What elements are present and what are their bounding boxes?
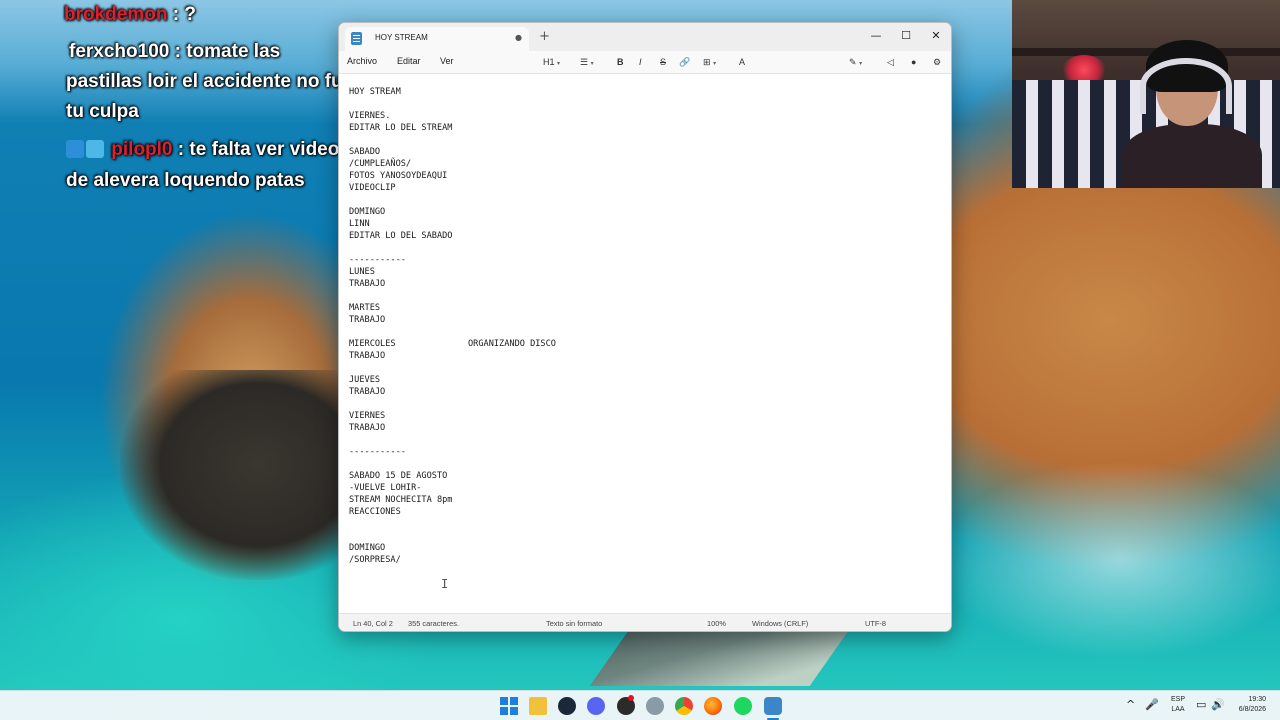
discord-icon[interactable] bbox=[587, 697, 605, 715]
keyboard-layout: LAA bbox=[1171, 706, 1185, 713]
chrome-icon[interactable] bbox=[675, 697, 693, 715]
menu-bar: Archivo Editar Ver H1 ▾ ☰ ▾ B I S 🔗 ⊞ ▾ … bbox=[339, 51, 951, 73]
account-button[interactable]: ● bbox=[911, 55, 916, 69]
link-button[interactable]: 🔗 bbox=[679, 55, 690, 69]
microphone-icon[interactable]: 🎤 bbox=[1145, 698, 1159, 712]
settings-button[interactable]: ⚙ bbox=[933, 55, 941, 69]
text-format[interactable]: Texto sin formato bbox=[546, 619, 602, 628]
list-dropdown[interactable]: ☰ ▾ bbox=[580, 55, 594, 71]
heading-dropdown[interactable]: H1 ▾ bbox=[543, 55, 560, 71]
copilot-icon: ✎ bbox=[849, 57, 857, 67]
notepad-window: HOY STREAM ● + — ☐ ✕ Archivo Editar Ver … bbox=[338, 22, 952, 632]
italic-button[interactable]: I bbox=[639, 55, 642, 69]
clock-time: 19:30 bbox=[1248, 696, 1266, 703]
chat-username: pilopl0 bbox=[111, 139, 173, 160]
megaphone-icon: ◁ bbox=[887, 57, 894, 67]
link-icon: 🔗 bbox=[679, 57, 691, 67]
encoding[interactable]: UTF-8 bbox=[865, 619, 886, 628]
spellcheck-button[interactable]: A bbox=[739, 55, 745, 69]
text-cursor-icon: I bbox=[441, 577, 449, 591]
clock[interactable]: 19:30 6/8/2026 bbox=[1226, 695, 1266, 715]
minimize-button[interactable]: — bbox=[861, 26, 891, 46]
webcam-feed bbox=[1012, 0, 1280, 188]
list-icon: ☰ bbox=[580, 57, 589, 67]
status-bar: Ln 40, Col 2 355 caracteres. Texto sin f… bbox=[339, 613, 951, 631]
account-icon: ● bbox=[911, 57, 917, 67]
chat-badge-icon bbox=[86, 140, 104, 158]
menu-view[interactable]: Ver bbox=[440, 56, 454, 66]
notepad-taskbar-icon[interactable] bbox=[764, 697, 782, 715]
document-text[interactable]: HOY STREAM VIERNES. EDITAR LO DEL STREAM… bbox=[349, 86, 939, 566]
edge-icon[interactable] bbox=[646, 697, 664, 715]
recording-indicator-icon bbox=[628, 695, 634, 701]
tab-title: HOY STREAM bbox=[375, 33, 428, 42]
language-indicator[interactable]: ESP LAA bbox=[1166, 695, 1190, 715]
tab-hoy-stream[interactable]: HOY STREAM ● bbox=[345, 27, 529, 51]
new-tab-button[interactable]: + bbox=[539, 29, 550, 45]
chat-username: brokdemon bbox=[64, 4, 168, 25]
chat-message-cont: tu culpa bbox=[66, 101, 139, 122]
chat-badge-icon bbox=[66, 140, 84, 158]
steam-icon[interactable] bbox=[558, 697, 576, 715]
bold-button[interactable]: B bbox=[617, 55, 624, 69]
unsaved-dot-icon[interactable]: ● bbox=[515, 33, 522, 42]
strikethrough-button[interactable]: S bbox=[660, 55, 666, 69]
file-explorer-icon[interactable] bbox=[529, 697, 547, 715]
announcements-button[interactable]: ◁ bbox=[887, 55, 894, 69]
chat-message: pilopl0 : te falta ver videos bbox=[66, 135, 366, 165]
tray-overflow-chevron-icon[interactable]: ^ bbox=[1126, 698, 1135, 712]
chat-message-cont: pastillas loir el accidente no fue bbox=[66, 71, 354, 92]
chat-text: : ? bbox=[167, 4, 196, 25]
spellcheck-icon: A bbox=[739, 57, 746, 67]
close-button[interactable]: ✕ bbox=[921, 26, 951, 46]
chat-message: ferxcho100 : tomate las bbox=[69, 41, 281, 62]
table-dropdown[interactable]: ⊞ ▾ bbox=[703, 55, 716, 71]
network-icon[interactable]: ▭ bbox=[1196, 698, 1206, 712]
zoom-level[interactable]: 100% bbox=[707, 619, 726, 628]
webcam-streamer bbox=[1118, 40, 1268, 188]
character-count: 355 caracteres. bbox=[408, 619, 459, 628]
taskbar: ^ 🎤 ESP LAA ▭ 🔊 19:30 6/8/2026 bbox=[0, 690, 1280, 720]
heading-label: H1 bbox=[543, 57, 555, 67]
menu-file[interactable]: Archivo bbox=[347, 56, 377, 66]
maximize-button[interactable]: ☐ bbox=[891, 26, 921, 46]
chevron-down-icon: ▾ bbox=[590, 61, 594, 67]
headset-icon bbox=[1140, 58, 1232, 114]
start-icon[interactable] bbox=[500, 697, 518, 715]
spotify-icon[interactable] bbox=[734, 697, 752, 715]
wallpaper-rocks bbox=[120, 370, 350, 580]
clock-date: 6/8/2026 bbox=[1238, 706, 1266, 713]
chevron-down-icon: ▾ bbox=[713, 61, 717, 67]
text-editor[interactable]: HOY STREAM VIERNES. EDITAR LO DEL STREAM… bbox=[339, 73, 951, 613]
line-ending[interactable]: Windows (CRLF) bbox=[752, 619, 808, 628]
menu-edit[interactable]: Editar bbox=[397, 56, 421, 66]
copilot-dropdown[interactable]: ✎ ▾ bbox=[849, 55, 862, 71]
language-code: ESP bbox=[1170, 696, 1185, 703]
chevron-down-icon: ▾ bbox=[557, 61, 561, 67]
chat-message-cont: de alevera loquendo patas bbox=[66, 170, 305, 191]
title-bar[interactable]: HOY STREAM ● + — ☐ ✕ bbox=[339, 23, 951, 51]
chevron-down-icon: ▾ bbox=[859, 61, 863, 67]
firefox-icon[interactable] bbox=[704, 697, 722, 715]
streamer-body bbox=[1122, 124, 1262, 188]
volume-icon[interactable]: 🔊 bbox=[1211, 698, 1225, 712]
chat-message: brokdemon : ? bbox=[64, 0, 364, 30]
chat-text: : te falta ver videos bbox=[172, 139, 350, 160]
cursor-position: Ln 40, Col 2 bbox=[353, 619, 393, 628]
notepad-icon bbox=[351, 32, 362, 45]
gear-icon: ⚙ bbox=[933, 57, 942, 67]
table-icon: ⊞ bbox=[703, 57, 711, 67]
wallpaper-pier bbox=[589, 628, 851, 686]
